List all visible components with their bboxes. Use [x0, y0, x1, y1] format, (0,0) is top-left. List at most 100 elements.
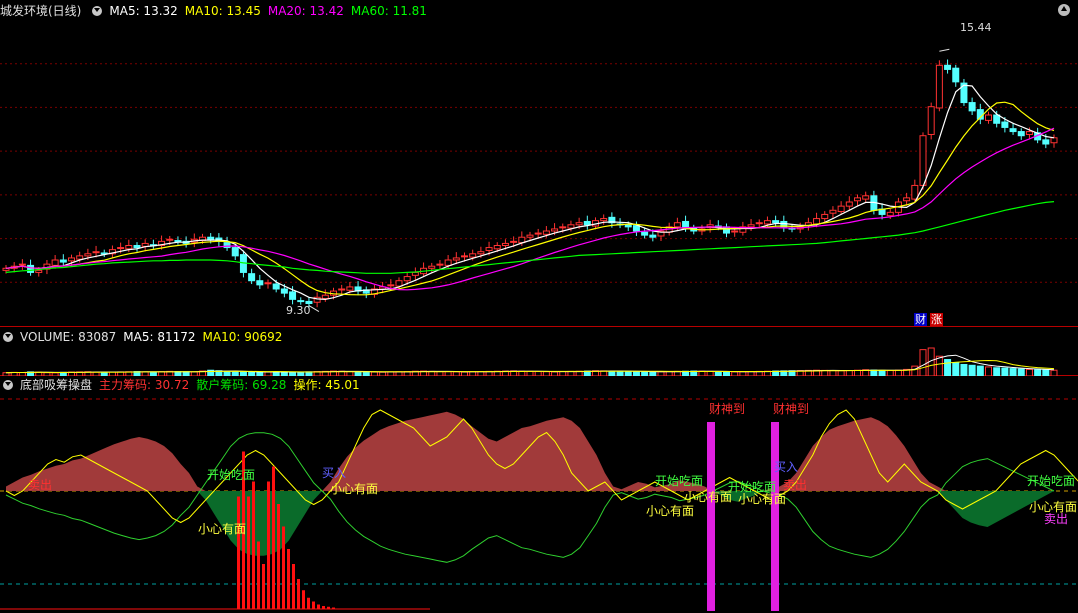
- candle: [346, 286, 354, 291]
- volume-ma10-label: MA10: 90692: [202, 330, 283, 344]
- candle: [469, 253, 477, 258]
- volume-bar: [379, 371, 387, 376]
- indicator-chart: [0, 398, 1078, 611]
- volume-bar: [829, 370, 837, 376]
- volume-bar: [993, 367, 1001, 376]
- candle: [534, 232, 542, 235]
- candle: [985, 114, 992, 121]
- volume-bar: [18, 372, 26, 376]
- candle: [444, 259, 452, 266]
- candle: [248, 273, 256, 282]
- candle: [76, 255, 84, 260]
- high-pointer: [939, 48, 950, 52]
- volume-bar: [641, 371, 649, 376]
- volume-bar: [223, 370, 231, 376]
- volume-bar: [346, 371, 354, 376]
- indicator-dropdown-icon[interactable]: [3, 380, 13, 390]
- volume-bar: [624, 370, 632, 376]
- candle: [1042, 139, 1050, 145]
- volume-bar: [51, 372, 59, 376]
- accumulation-bar: [262, 564, 265, 609]
- indicator-header: 底部吸筹操盘 主力筹码: 30.72 散户筹码: 69.28 操作: 45.01: [0, 376, 367, 394]
- volume-dropdown-icon[interactable]: [3, 332, 13, 342]
- candle: [968, 102, 976, 112]
- volume-bar: [444, 371, 452, 376]
- volume-header: VOLUME: 83087 MA5: 81172 MA10: 90692: [0, 328, 289, 346]
- accumulation-bar: [257, 541, 260, 609]
- candle: [92, 251, 100, 254]
- candle: [567, 224, 575, 229]
- candle: [829, 209, 837, 214]
- high-price-label: 15.44: [960, 21, 992, 34]
- volume-bar: [1034, 369, 1042, 376]
- volume-bar: [1001, 367, 1009, 376]
- candle: [632, 225, 640, 232]
- candle: [18, 263, 26, 266]
- volume-bar: [952, 362, 960, 376]
- accumulation-bar: [297, 579, 300, 609]
- volume-bar: [1017, 368, 1025, 376]
- volume-bar: [894, 369, 902, 376]
- volume-bar: [886, 370, 894, 376]
- volume-bar: [264, 371, 272, 376]
- candle: [436, 263, 444, 266]
- accumulation-bar: [307, 597, 310, 609]
- volume-bar: [665, 371, 673, 376]
- limit-up-badge[interactable]: 涨: [930, 313, 943, 326]
- accumulation-bar: [302, 590, 305, 609]
- candle: [854, 197, 861, 202]
- candle: [1050, 137, 1058, 144]
- volume-bar: [657, 371, 665, 376]
- candle: [1025, 131, 1033, 135]
- volume-bar: [387, 371, 395, 376]
- candle: [845, 201, 853, 207]
- main-chips-label: 主力筹码: 30.72: [99, 378, 190, 392]
- candle: [51, 259, 59, 266]
- candle: [35, 269, 43, 273]
- collapse-icon[interactable]: [1058, 4, 1070, 16]
- candle: [272, 283, 280, 290]
- volume-bar: [141, 371, 149, 376]
- volume-bar: [706, 370, 714, 376]
- retail-chips-area: [6, 491, 1054, 556]
- operation-label: 操作: 45.01: [293, 378, 360, 392]
- candle: [952, 67, 960, 83]
- candle: [264, 282, 272, 285]
- volume-bar: [452, 371, 460, 376]
- volume-bar: [182, 371, 190, 376]
- volume-bar: [542, 371, 550, 376]
- candle: [84, 253, 92, 257]
- volume-bar: [297, 371, 305, 376]
- ma5-line: [5, 84, 1055, 301]
- volume-bar: [1042, 369, 1050, 376]
- accumulation-bar: [277, 504, 280, 609]
- candle: [59, 259, 67, 263]
- ma10-line: [5, 101, 1055, 296]
- volume-label: VOLUME: 83087: [20, 330, 117, 344]
- candle: [493, 245, 501, 250]
- candle: [649, 234, 657, 238]
- accumulation-bar: [242, 451, 245, 609]
- candle: [477, 251, 485, 255]
- candle: [723, 226, 730, 234]
- ma20-label: MA20: 13.42: [267, 4, 344, 18]
- news-badge[interactable]: 财: [914, 313, 927, 326]
- low-price-label: 9.30: [286, 304, 311, 317]
- candle: [231, 247, 239, 257]
- candle: [321, 294, 329, 300]
- candle: [387, 284, 395, 287]
- candle: [510, 240, 518, 243]
- volume-bar: [739, 371, 747, 376]
- candle: [641, 231, 649, 236]
- settings-dropdown-icon[interactable]: [92, 6, 103, 16]
- candle: [731, 230, 739, 233]
- volume-bar: [714, 371, 722, 376]
- volume-bar: [256, 371, 264, 376]
- accumulation-bar: [282, 526, 285, 609]
- volume-bar: [1050, 369, 1058, 376]
- candle: [461, 255, 468, 258]
- volume-bar: [976, 365, 984, 376]
- volume-bar: [723, 371, 730, 376]
- fortune-pillar: [707, 422, 715, 611]
- accumulation-bar: [237, 496, 240, 609]
